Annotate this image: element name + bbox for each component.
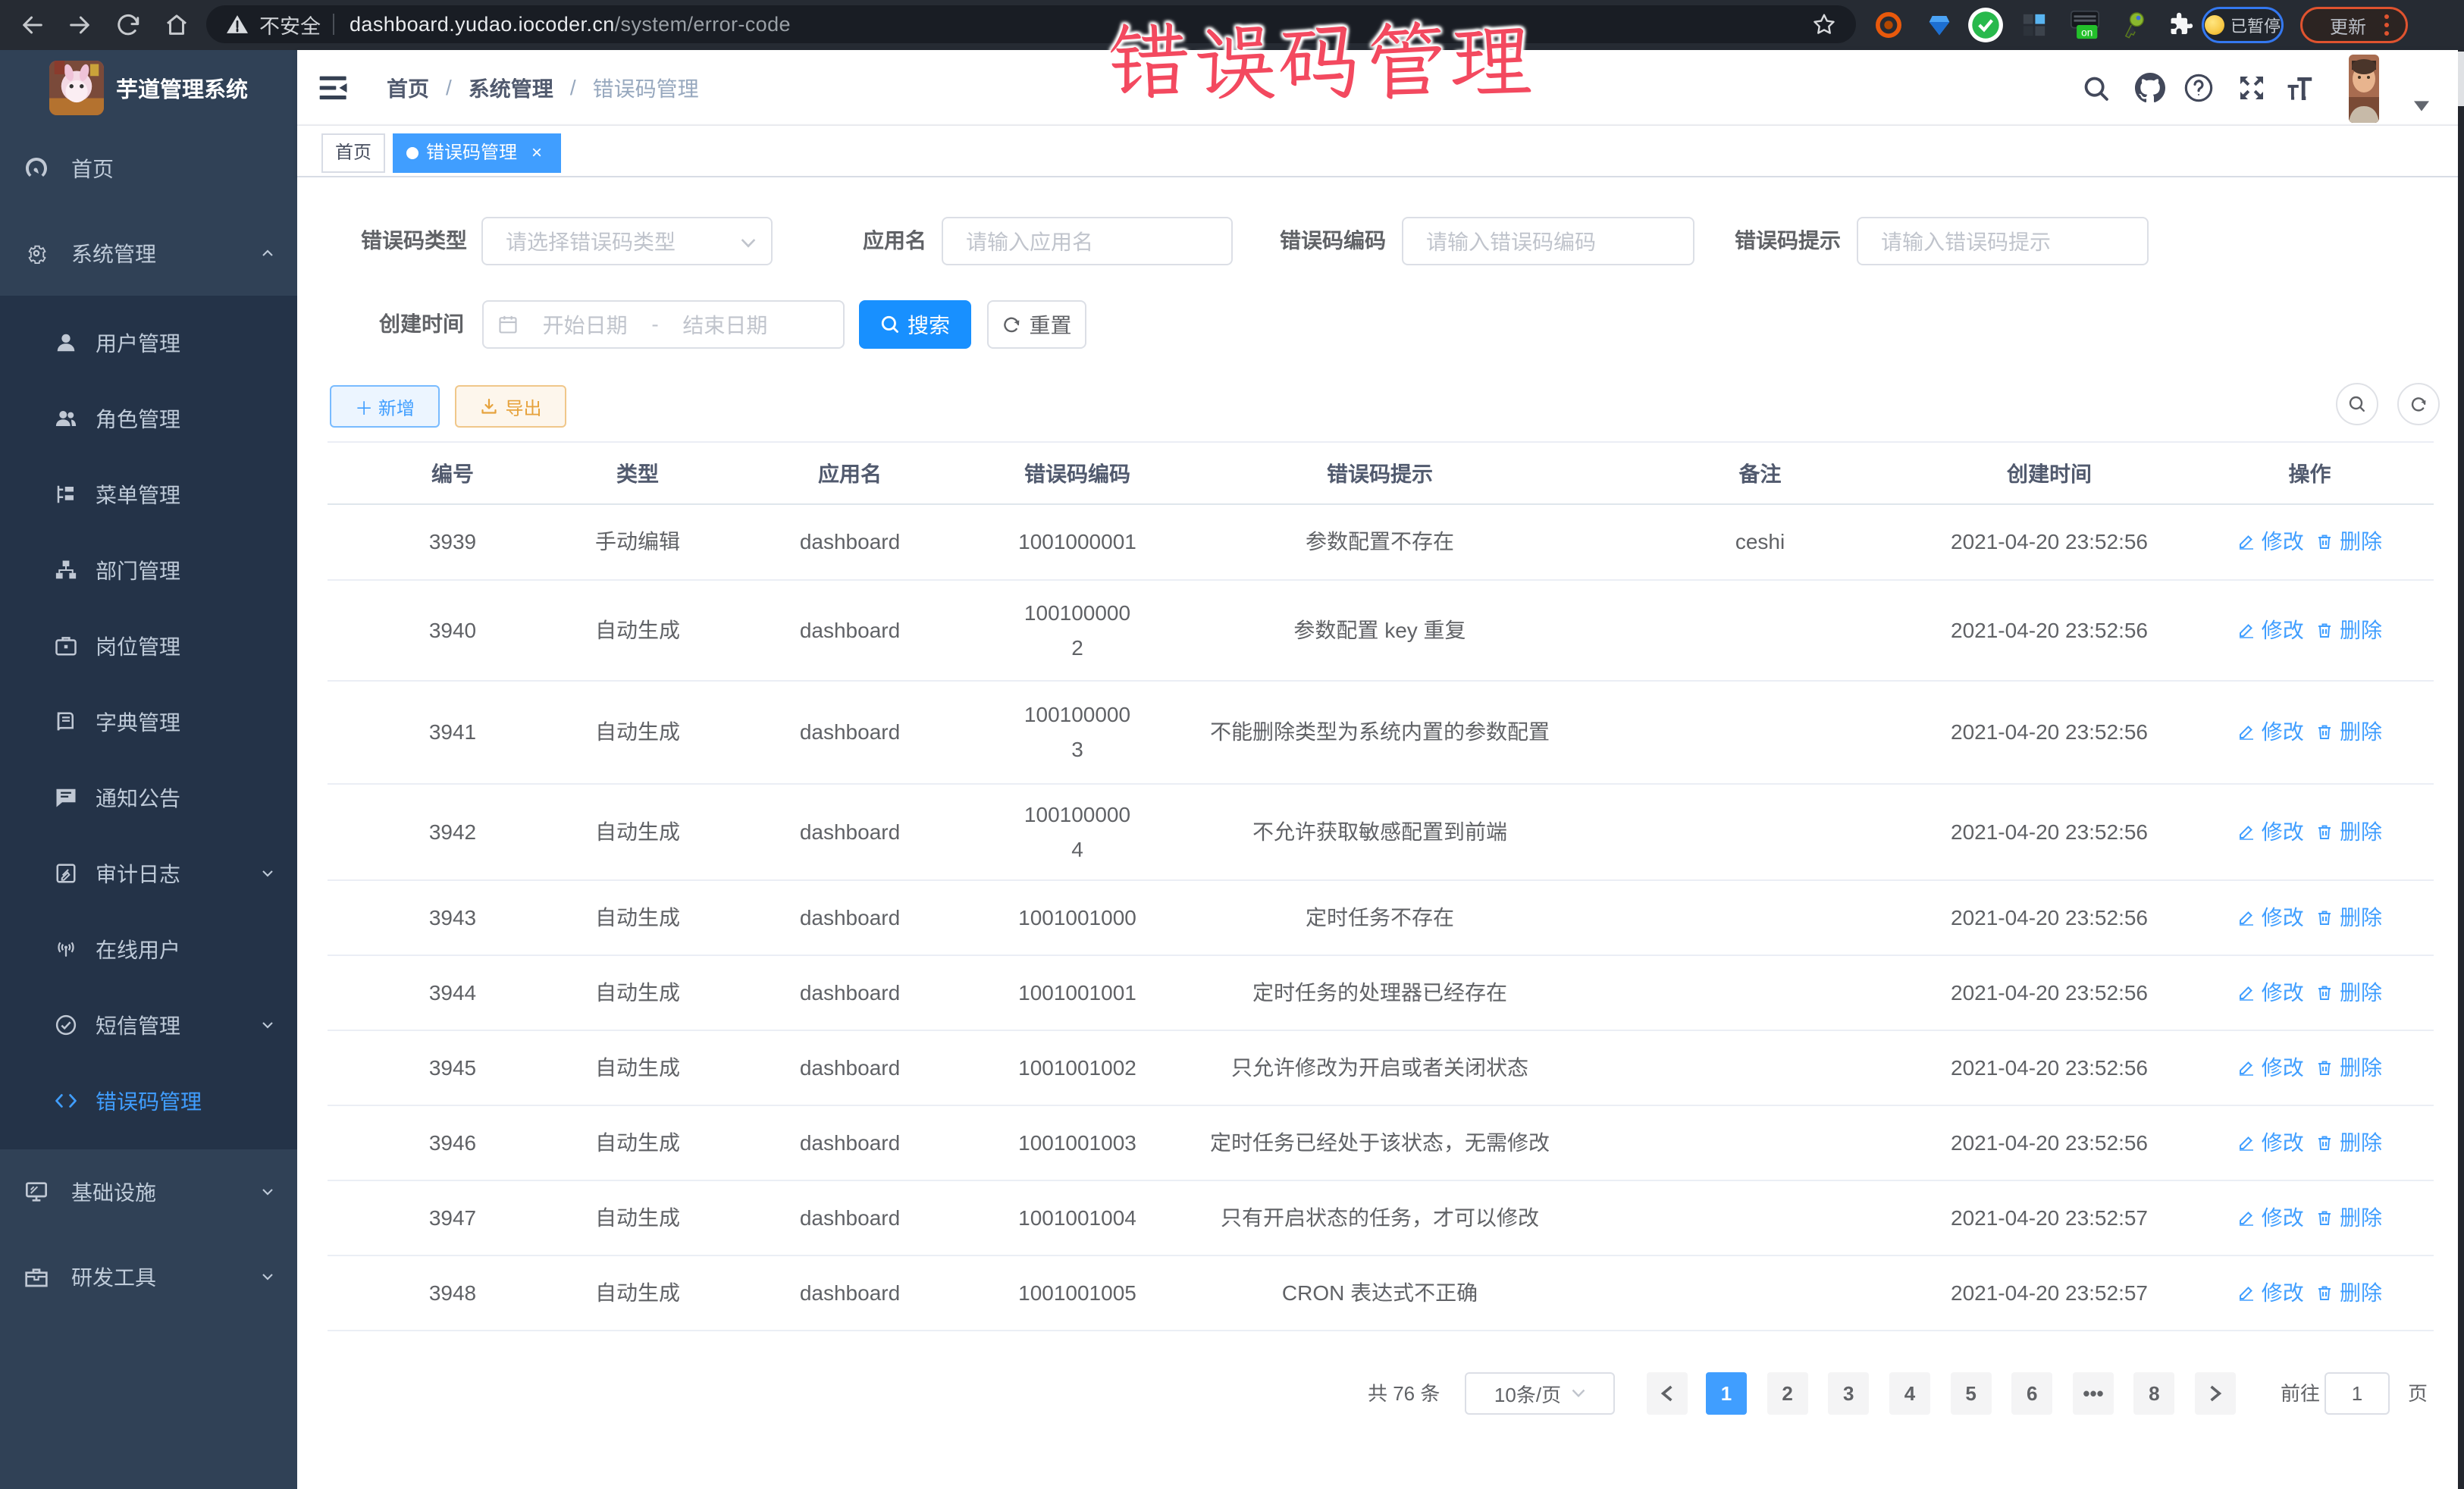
svg-text:on: on <box>2081 27 2093 39</box>
